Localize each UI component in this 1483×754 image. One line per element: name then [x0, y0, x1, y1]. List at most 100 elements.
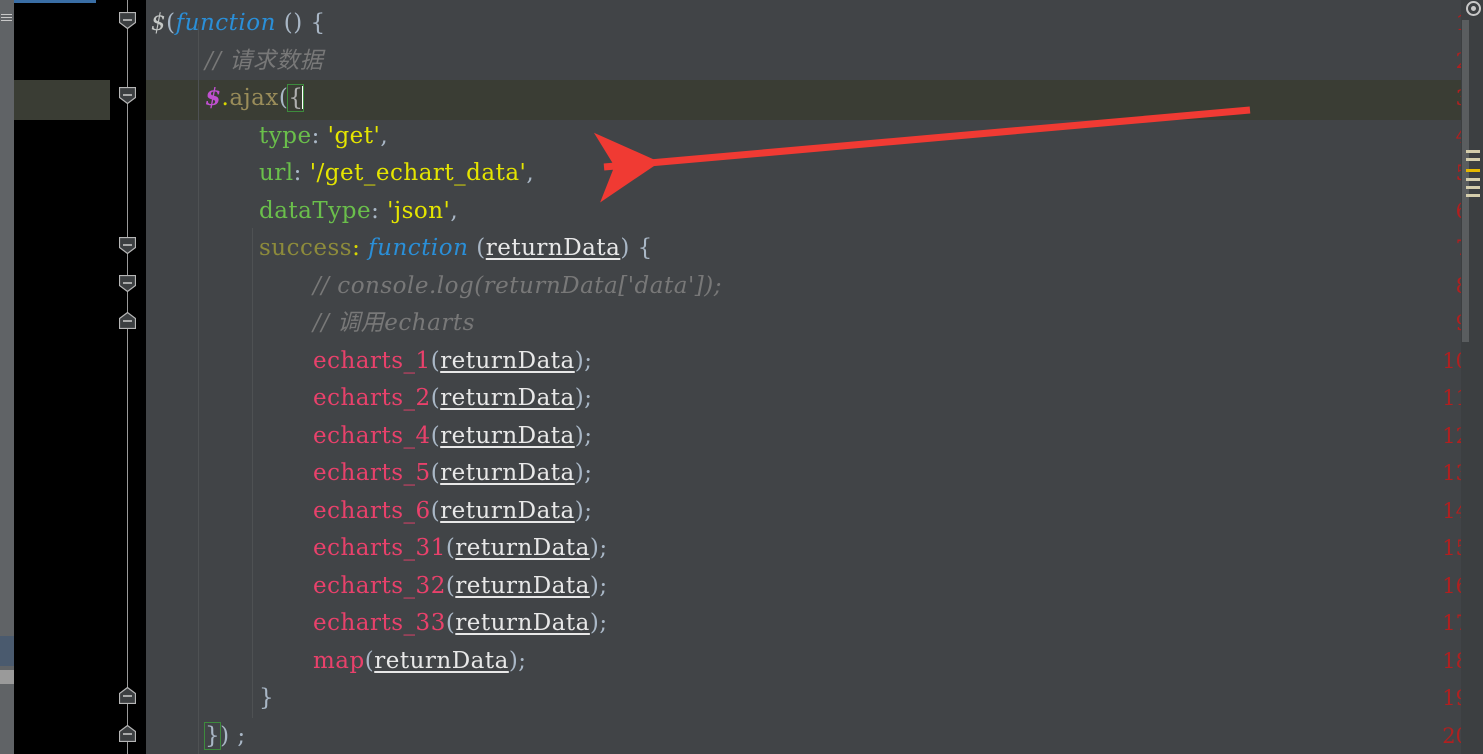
code-token: } — [203, 721, 222, 750]
code-token: // 请求数据 — [205, 47, 324, 74]
scrollbar-track[interactable] — [1461, 0, 1483, 754]
line-number: 11 — [1442, 386, 1469, 410]
code-line[interactable]: // 请求数据 — [205, 49, 323, 73]
error-stripe-marker[interactable] — [1466, 150, 1480, 153]
fold-toggle-end[interactable] — [119, 724, 136, 742]
fold-toggle-collapsed-end[interactable] — [119, 312, 136, 329]
code-line[interactable]: echarts_33(returnData); — [313, 611, 608, 635]
code-token: // console.log(returnData['data']); — [313, 272, 722, 299]
code-token: ( — [468, 235, 486, 261]
code-token: echarts_32 — [313, 572, 446, 599]
code-token: () { — [275, 10, 326, 36]
hamburger-icon[interactable] — [1, 12, 12, 21]
error-stripe-marker[interactable] — [1466, 194, 1480, 197]
code-token: ); — [574, 460, 593, 486]
code-line[interactable]: $.ajax({ — [205, 84, 305, 112]
fold-toggle-end[interactable] — [119, 687, 136, 704]
code-token: , — [450, 197, 459, 224]
code-token: returnData — [455, 535, 590, 561]
code-token: url — [259, 160, 294, 186]
code-token: ); — [589, 535, 608, 561]
code-line[interactable]: }) ; — [203, 721, 246, 750]
code-line[interactable]: echarts_2(returnData); — [313, 386, 593, 410]
fold-toggle-expanded[interactable] — [119, 274, 136, 292]
code-token: ( — [166, 10, 176, 36]
line-number: 2 — [1389, 50, 1469, 72]
code-token: 'json' — [379, 197, 451, 224]
code-token: } — [259, 685, 275, 711]
line-number: 18 — [1442, 648, 1469, 673]
code-line[interactable]: dataType: 'json', — [259, 199, 458, 223]
code-token: ; — [229, 722, 246, 749]
code-token: ( — [430, 347, 441, 374]
code-canvas[interactable]: $(function () {// 请求数据 $.ajax({type: 'get… — [146, 0, 1483, 754]
code-line[interactable]: $(function () { — [151, 11, 326, 35]
scrollbar-thumb[interactable] — [1462, 20, 1469, 342]
code-token: dataType — [259, 197, 372, 224]
code-line[interactable]: echarts_4(returnData); — [313, 424, 593, 448]
fold-toggle-expanded[interactable] — [119, 237, 136, 254]
code-editor-window: 1234567891011121314151617181920 $(functi… — [0, 0, 1483, 754]
code-token: ( — [430, 460, 441, 486]
code-token: function — [175, 10, 276, 36]
code-token: returnData — [440, 460, 575, 486]
code-line[interactable]: } — [259, 686, 274, 710]
vcs-change-marker[interactable] — [0, 636, 14, 666]
error-stripe-marker[interactable] — [1466, 169, 1480, 172]
line-number: 6 — [1389, 200, 1469, 222]
code-line[interactable]: echarts_31(returnData); — [313, 536, 608, 560]
code-token: ); — [589, 610, 608, 636]
code-token: success — [259, 235, 353, 261]
error-stripe-marker[interactable] — [1466, 178, 1480, 181]
line-number: 17 — [1442, 611, 1469, 635]
inspection-status-icon[interactable] — [1466, 1, 1481, 16]
line-number: 15 — [1442, 536, 1469, 560]
code-line[interactable]: success: function (returnData) { — [259, 236, 653, 260]
code-token: type — [259, 122, 312, 149]
code-token: ( — [364, 647, 375, 674]
code-token: $ — [205, 84, 222, 111]
text-caret — [302, 86, 305, 109]
error-stripe-marker[interactable] — [1466, 158, 1480, 161]
code-token: returnData — [455, 610, 590, 636]
code-token: ( — [430, 422, 441, 449]
fold-toggle-expanded[interactable] — [119, 87, 136, 104]
line-number: 5 — [1389, 163, 1469, 184]
line-number: 12 — [1442, 423, 1469, 448]
left-marker-strip[interactable] — [0, 0, 14, 754]
code-line[interactable]: echarts_1(returnData); — [313, 349, 593, 373]
code-token: : — [311, 122, 320, 149]
code-line[interactable]: echarts_5(returnData); — [313, 461, 593, 485]
indent-guide-1 — [198, 24, 199, 754]
code-line[interactable]: url: '/get_echart_data', — [259, 161, 534, 185]
code-token: ) { — [620, 235, 653, 261]
line-number: 14 — [1442, 498, 1469, 523]
code-line[interactable]: echarts_6(returnData); — [313, 499, 593, 523]
code-token: ); — [574, 385, 593, 411]
code-token: ( — [430, 385, 441, 411]
code-token: returnData — [440, 347, 575, 374]
code-token: echarts_2 — [313, 385, 431, 411]
code-token: echarts_1 — [313, 347, 431, 374]
code-token: , — [380, 122, 389, 149]
code-token: ) — [220, 722, 230, 749]
progress-indicator — [14, 0, 96, 3]
vcs-change-marker-secondary[interactable] — [0, 670, 14, 684]
code-line[interactable]: echarts_32(returnData); — [313, 574, 608, 598]
code-line[interactable]: // 调用echarts — [313, 311, 475, 335]
fold-gutter[interactable] — [110, 0, 146, 754]
error-stripe-marker[interactable] — [1466, 186, 1480, 189]
line-number: 8 — [1389, 275, 1469, 297]
code-token: ); — [574, 422, 593, 449]
code-token: 'get' — [319, 122, 381, 149]
code-token: returnData — [485, 235, 621, 261]
line-number: 16 — [1442, 573, 1469, 598]
code-line[interactable]: // console.log(returnData['data']); — [313, 274, 722, 298]
fold-toggle-expanded[interactable] — [119, 12, 136, 29]
code-line[interactable]: map(returnData); — [313, 649, 527, 673]
code-token: : — [293, 160, 302, 186]
code-token: echarts_33 — [313, 610, 446, 636]
code-token: ); — [574, 347, 593, 374]
code-line[interactable]: type: 'get', — [259, 124, 388, 148]
